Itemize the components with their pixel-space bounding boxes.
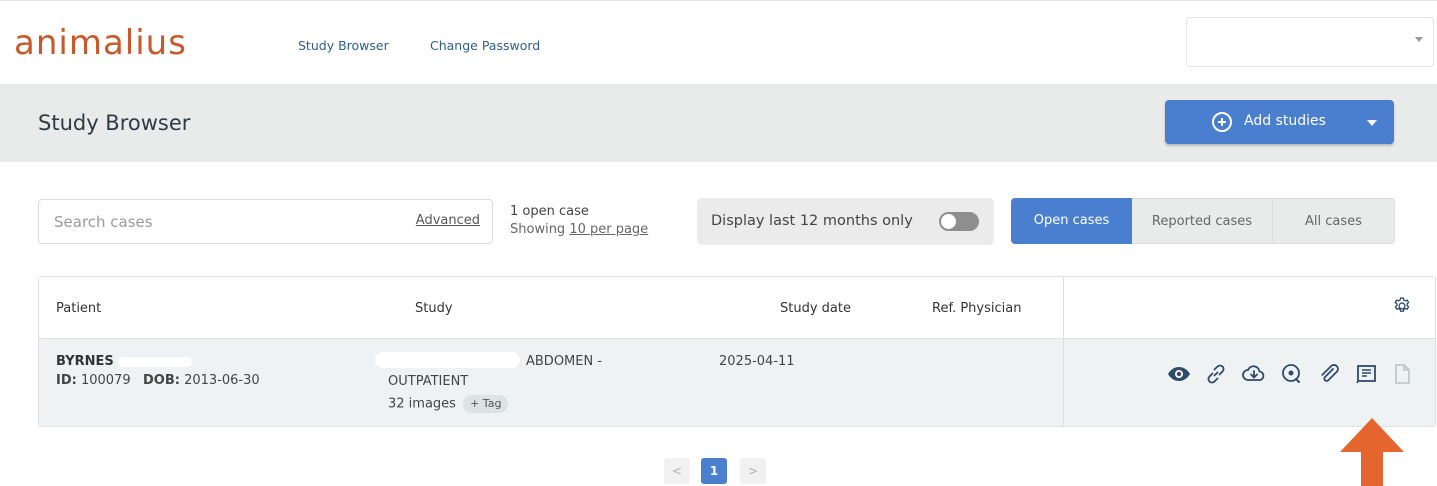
last-12-months-label: Display last 12 months only (711, 213, 913, 229)
column-divider (1063, 277, 1064, 426)
patient-meta: ID: 100079 DOB: 2013-06-30 (56, 373, 260, 388)
pagination-next[interactable]: > (740, 458, 766, 484)
column-header-patient[interactable]: Patient (56, 301, 101, 316)
image-count: 32 images + Tag (388, 395, 509, 413)
open-case-count: 1 open case (510, 204, 589, 219)
add-tag-button[interactable]: + Tag (463, 395, 509, 413)
top-nav: animalius Study Browser Change Password (0, 0, 1437, 84)
cases-table: Patient Study Study date Ref. Physician … (38, 276, 1436, 427)
animalius-logo[interactable]: animalius (14, 23, 187, 63)
last-12-months-toggle[interactable] (939, 212, 979, 231)
annotation-arrow-icon (1340, 418, 1404, 486)
study-description: ABDOMEN - (526, 354, 603, 369)
column-header-study-date[interactable]: Study date (780, 301, 851, 316)
redacted-study (375, 352, 520, 368)
search-input[interactable] (40, 201, 400, 242)
add-circle-icon (1212, 112, 1232, 132)
pagination-prev[interactable]: < (664, 458, 690, 484)
attachment-icon[interactable] (1316, 361, 1342, 387)
add-studies-button[interactable]: Add studies (1165, 100, 1394, 144)
dropdown-caret-icon[interactable] (1367, 120, 1377, 126)
study-date: 2025-04-11 (719, 354, 795, 369)
tab-reported-cases[interactable]: Reported cases (1132, 198, 1273, 244)
patient-name: BYRNES (56, 354, 193, 369)
add-studies-label: Add studies (1244, 113, 1326, 129)
patient-dob: 2013-06-30 (184, 373, 260, 388)
advanced-search-link[interactable]: Advanced (416, 213, 480, 228)
column-header-ref-physician[interactable]: Ref. Physician (932, 301, 1021, 316)
case-summary: 1 open case Showing 10 per page (510, 203, 648, 239)
per-page-link[interactable]: 10 per page (569, 222, 648, 237)
nav-study-browser[interactable]: Study Browser (298, 38, 389, 53)
view-icon[interactable] (1166, 361, 1192, 387)
patient-name-text: BYRNES (56, 354, 114, 369)
image-count-text: 32 images (388, 396, 456, 412)
tab-open-cases[interactable]: Open cases (1011, 198, 1132, 244)
toggle-knob (941, 214, 956, 229)
page-title: Study Browser (38, 111, 191, 135)
account-select[interactable] (1186, 17, 1434, 67)
link-icon[interactable] (1203, 361, 1229, 387)
showing-text: Showing 10 per page (510, 221, 648, 239)
gear-icon[interactable] (1392, 296, 1412, 316)
nav-change-password[interactable]: Change Password (430, 38, 540, 53)
showing-label: Showing (510, 222, 570, 237)
pagination-page-1[interactable]: 1 (701, 458, 727, 484)
redacted-name (118, 356, 193, 367)
study-description-cont: OUTPATIENT (388, 374, 469, 389)
search-image-icon[interactable] (1279, 361, 1305, 387)
id-label: ID: (56, 373, 77, 388)
report-icon[interactable] (1353, 361, 1379, 387)
table-row[interactable]: BYRNES ID: 100079 DOB: 2013-06-30 ABDOME… (39, 339, 1435, 426)
table-header: Patient Study Study date Ref. Physician (39, 277, 1435, 339)
search-box: Advanced (38, 199, 493, 244)
column-header-study[interactable]: Study (415, 301, 453, 316)
cloud-download-icon[interactable] (1241, 361, 1267, 387)
document-icon[interactable] (1389, 361, 1415, 387)
last-12-months-filter: Display last 12 months only (697, 198, 994, 245)
chevron-down-icon (1415, 37, 1423, 42)
patient-id: 100079 (80, 373, 131, 388)
tab-all-cases[interactable]: All cases (1273, 198, 1395, 244)
dob-label: DOB: (143, 373, 180, 388)
